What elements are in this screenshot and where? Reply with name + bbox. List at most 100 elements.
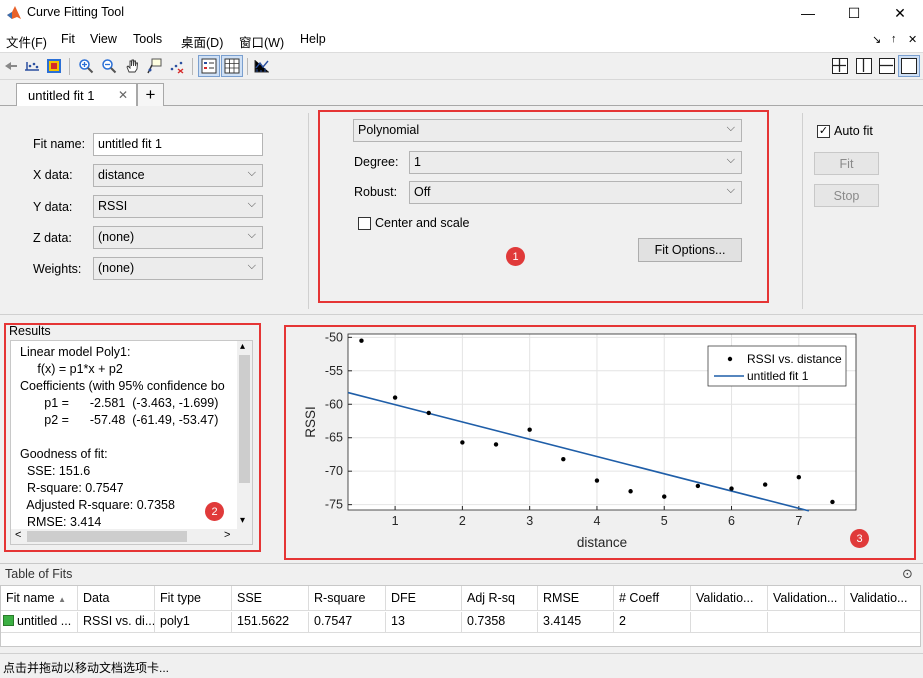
scroll-up-icon[interactable]: ▴ — [240, 341, 245, 352]
chevron-down-icon: ⌵ — [247, 229, 256, 241]
chevron-down-icon: ⌵ — [726, 184, 735, 196]
column-label: Fit name — [6, 591, 55, 605]
menu-desktop[interactable]: 桌面(D) — [181, 32, 223, 51]
menu-view[interactable]: View — [90, 32, 117, 46]
exclude-outliers-icon[interactable] — [168, 57, 186, 75]
fit-type-select[interactable]: Polynomial ⌵ — [353, 119, 742, 142]
sort-ascending-icon: ▲ — [58, 595, 67, 604]
y-data-select[interactable]: RSSI ⌵ — [93, 195, 263, 218]
table-cell-num-coeff[interactable]: 2 — [614, 612, 691, 632]
degree-select[interactable]: 1 ⌵ — [409, 151, 742, 174]
table-cell-dfe[interactable]: 13 — [386, 612, 462, 632]
x-tick-label: 6 — [728, 514, 735, 528]
grid-toggle-icon[interactable] — [221, 55, 243, 77]
back-arrow-icon[interactable] — [2, 57, 20, 75]
column-header-rmse[interactable]: RMSE — [538, 586, 614, 611]
panel-divider — [308, 113, 309, 309]
pan-hand-icon[interactable] — [123, 57, 141, 75]
data-point — [628, 489, 633, 494]
scroll-right-icon[interactable]: > — [224, 529, 230, 541]
annotation-badge-3: 3 — [850, 529, 869, 548]
column-header-num-coeff[interactable]: # Coeff — [614, 586, 691, 611]
legend-toggle-icon[interactable] — [198, 55, 220, 77]
fit-button[interactable]: Fit — [814, 152, 879, 175]
center-scale-checkbox[interactable] — [358, 217, 371, 230]
menu-help[interactable]: Help — [300, 32, 326, 46]
x-data-select[interactable]: distance ⌵ — [93, 164, 263, 187]
x-tick-label: 4 — [593, 514, 600, 528]
results-line — [20, 429, 246, 446]
weights-select[interactable]: (none) ⌵ — [93, 257, 263, 280]
zoom-in-icon[interactable] — [77, 57, 95, 75]
collapse-panel-icon[interactable]: ⊙ — [902, 566, 913, 582]
scroll-left-icon[interactable]: < — [15, 529, 21, 541]
chevron-down-icon: ⌵ — [247, 167, 256, 179]
table-cell-validation-1[interactable] — [691, 612, 768, 632]
table-cell-rmse[interactable]: 3.4145 — [538, 612, 614, 632]
column-header-fit-type[interactable]: Fit type — [155, 586, 232, 611]
table-cell-data[interactable]: RSSI vs. di... — [78, 612, 155, 632]
collapse-icon[interactable]: ↑ — [891, 33, 897, 45]
column-header-data[interactable]: Data — [78, 586, 155, 611]
close-window-button[interactable]: ✕ — [877, 0, 923, 26]
scroll-thumb-horizontal[interactable] — [27, 531, 187, 542]
column-header-r-square[interactable]: R-square — [309, 586, 386, 611]
table-cell-fit-name[interactable]: untitled ... — [1, 612, 78, 632]
layout-grid-icon[interactable] — [832, 58, 848, 74]
column-header-validation-2[interactable]: Validation... — [768, 586, 845, 611]
tab-close-icon[interactable]: ✕ — [118, 88, 128, 102]
color-map-icon[interactable] — [45, 57, 63, 75]
data-tip-icon[interactable] — [145, 57, 163, 75]
x-axis-label: distance — [577, 535, 627, 550]
legend-marker-points — [727, 356, 733, 362]
layout-vertical-icon[interactable] — [856, 58, 872, 74]
z-data-select[interactable]: (none) ⌵ — [93, 226, 263, 249]
column-header-adj-r-sq[interactable]: Adj R-sq — [462, 586, 538, 611]
y-tick-label: -50 — [325, 330, 343, 344]
menu-file[interactable]: 文件(F) — [6, 32, 47, 51]
x-tick-label: 3 — [526, 514, 533, 528]
fit-name-input[interactable]: untitled fit 1 — [93, 133, 263, 156]
tab-untitled-fit-1[interactable]: untitled fit 1 ✕ — [16, 83, 137, 106]
results-horizontal-scrollbar[interactable]: < > — [11, 529, 252, 544]
column-header-sse[interactable]: SSE — [232, 586, 309, 611]
add-tab-button[interactable]: + — [137, 83, 164, 106]
menu-fit[interactable]: Fit — [61, 32, 75, 46]
scroll-thumb[interactable] — [239, 355, 250, 483]
fit-options-button[interactable]: Fit Options... — [638, 238, 742, 262]
minimize-button[interactable]: — — [785, 0, 831, 26]
layout-horizontal-icon[interactable] — [879, 58, 895, 74]
column-header-dfe[interactable]: DFE — [386, 586, 462, 611]
undock-icon[interactable]: ↘ — [872, 33, 881, 46]
menu-window[interactable]: 窗口(W) — [239, 32, 284, 51]
table-cell-sse[interactable]: 151.5622 — [232, 612, 309, 632]
table-cell-r-square[interactable]: 0.7547 — [309, 612, 386, 632]
fit-plot[interactable]: 1 2 3 4 5 6 7 -50 -55 -60 -65 -70 -75 distance RSSI RSS… — [286, 327, 914, 558]
layout-single-button[interactable] — [898, 55, 920, 77]
chevron-down-icon: ⌵ — [726, 122, 735, 134]
table-cell-fit-type[interactable]: poly1 — [155, 612, 232, 632]
close-tool-icon[interactable]: ✕ — [908, 33, 917, 46]
results-vertical-scrollbar[interactable]: ▴ ▾ — [237, 341, 252, 529]
residuals-plot-icon[interactable] — [253, 57, 271, 75]
x-tick-label: 5 — [661, 514, 668, 528]
data-cursor-icon[interactable] — [23, 57, 41, 75]
panel-divider — [802, 113, 803, 309]
data-point — [796, 475, 802, 480]
y-tick-label: -60 — [325, 397, 343, 411]
column-header-fit-name[interactable]: Fit name ▲ — [1, 586, 78, 611]
column-header-validation-3[interactable]: Validatio... — [845, 586, 920, 611]
scroll-down-icon[interactable]: ▾ — [240, 515, 245, 526]
menu-tools[interactable]: Tools — [133, 32, 162, 46]
z-data-value: (none) — [98, 230, 135, 244]
table-cell-validation-3[interactable] — [845, 612, 920, 632]
column-header-validation-1[interactable]: Validatio... — [691, 586, 768, 611]
stop-button[interactable]: Stop — [814, 184, 879, 207]
maximize-button[interactable]: ☐ — [831, 0, 877, 26]
robust-select[interactable]: Off ⌵ — [409, 181, 742, 204]
table-cell-adj-r-sq[interactable]: 0.7358 — [462, 612, 538, 632]
zoom-out-icon[interactable] — [100, 57, 118, 75]
table-cell-validation-2[interactable] — [768, 612, 845, 632]
fit-setup-panel: Fit name: untitled fit 1 X data: distanc… — [0, 107, 923, 314]
auto-fit-checkbox[interactable]: ✓ — [817, 125, 830, 138]
